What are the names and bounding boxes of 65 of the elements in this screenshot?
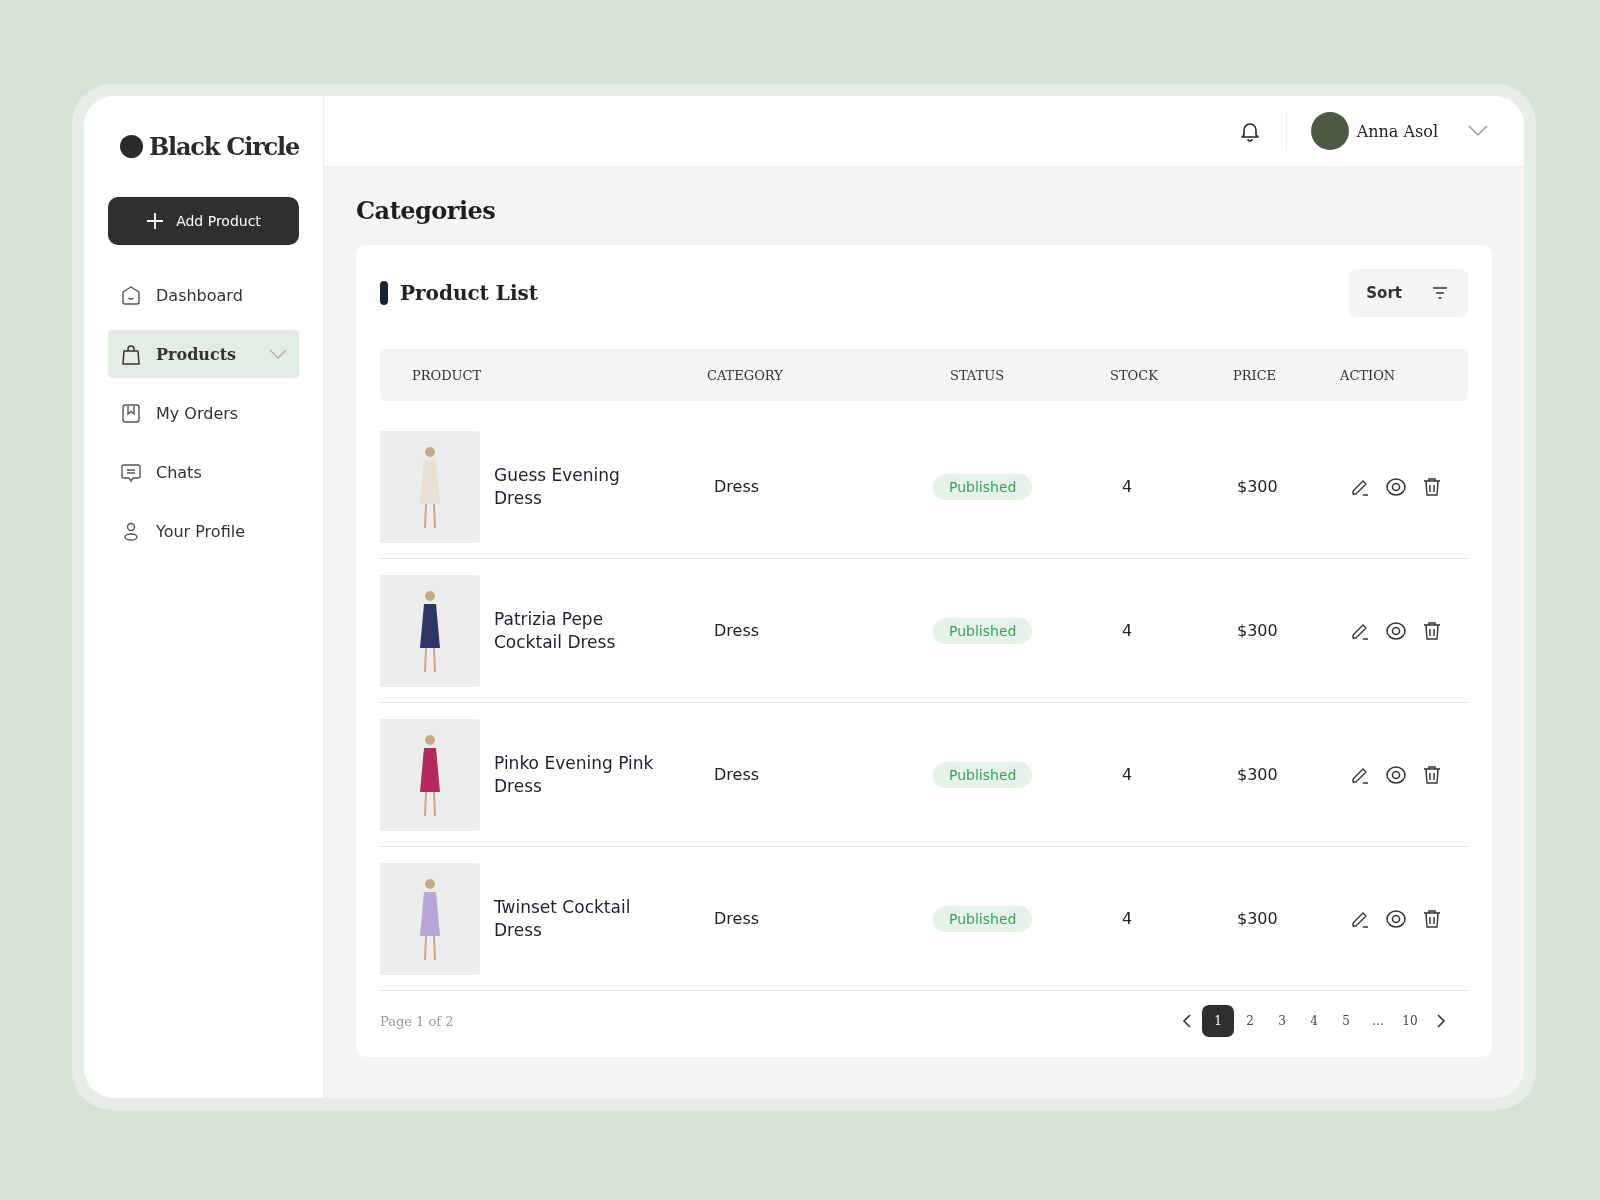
sidebar-item[interactable]: Chats [108, 448, 299, 496]
column-header: CATEGORY [706, 367, 784, 383]
status-badge: Published [933, 617, 1033, 644]
page-button[interactable]: 1 [1202, 1005, 1234, 1037]
filter-lines-icon [1432, 286, 1448, 300]
column-header: STATUS [949, 367, 1006, 383]
logo-dot-icon [120, 135, 143, 158]
status-badge: Published [933, 761, 1033, 788]
column-header: PRICE [1232, 367, 1278, 383]
column-header: ACTION [1340, 367, 1397, 383]
chat-bubble-icon [120, 461, 142, 483]
sidebar-item[interactable]: Products [108, 330, 299, 378]
table-cell-text: 4 [1121, 477, 1134, 496]
sidebar-item[interactable]: Your Profile [108, 507, 299, 555]
product-name: Guess Evening Dress [494, 463, 621, 510]
delete-trash-icon[interactable] [1421, 763, 1443, 786]
title-marker-icon [380, 281, 388, 305]
user-name: Anna Asol [1356, 121, 1438, 141]
page-button[interactable]: 3 [1266, 1005, 1298, 1037]
page-title: Categories [356, 196, 497, 225]
page-button[interactable]: 4 [1298, 1005, 1330, 1037]
page-button[interactable]: 2 [1234, 1005, 1266, 1037]
table-cell-text: $300 [1236, 621, 1279, 640]
table-cell-text: Dress [713, 909, 761, 928]
table-cell-text: Dress [713, 477, 761, 496]
column-header: STOCK [1109, 367, 1159, 383]
view-eye-icon[interactable] [1385, 907, 1407, 930]
table-cell-text: $300 [1236, 909, 1279, 928]
view-eye-icon[interactable] [1385, 619, 1407, 642]
page-summary: Page 1 of 2 [380, 1013, 454, 1029]
plus-icon [146, 212, 165, 230]
delete-trash-icon[interactable] [1421, 907, 1443, 930]
view-eye-icon[interactable] [1385, 763, 1407, 786]
delete-trash-icon[interactable] [1421, 475, 1443, 498]
shopping-bag-icon [120, 343, 142, 365]
table-cell-text: Dress [713, 621, 761, 640]
column-header: PRODUCT [411, 367, 483, 383]
add-product-button[interactable]: Add Product [108, 197, 299, 245]
delete-trash-icon[interactable] [1421, 619, 1443, 642]
next-page-icon[interactable] [1436, 1014, 1446, 1028]
table-cell-text: $300 [1236, 765, 1279, 784]
status-badge: Published [933, 473, 1033, 500]
table-cell-text: $300 [1236, 477, 1279, 496]
previous-page-icon[interactable] [1182, 1014, 1192, 1028]
sidebar-item[interactable]: My Orders [108, 389, 299, 437]
dropdown-chevron-icon[interactable] [1468, 125, 1488, 137]
page-button[interactable]: ... [1362, 1005, 1394, 1037]
product-name: Pinko Evening Pink Dress [494, 751, 654, 798]
page-button[interactable]: 5 [1330, 1005, 1362, 1037]
card-title: Product List [400, 281, 538, 305]
product-name: Twinset Cocktail Dress [494, 895, 632, 942]
table-cell-text: 4 [1121, 621, 1134, 640]
sort-button[interactable]: Sort [1349, 269, 1468, 317]
home-icon [120, 284, 142, 306]
brand-name: Black Circle [149, 132, 299, 161]
user-avatar [1310, 112, 1349, 150]
status-badge: Published [933, 905, 1033, 932]
page-button[interactable]: 10 [1394, 1005, 1426, 1037]
product-name: Patrizia Pepe Cocktail Dress [494, 607, 617, 654]
sidebar-item[interactable]: Dashboard [108, 271, 299, 319]
table-cell-text: Dress [713, 765, 761, 784]
view-eye-icon[interactable] [1385, 475, 1407, 498]
table-cell-text: 4 [1121, 765, 1134, 784]
bookmark-icon [120, 402, 142, 424]
table-cell-text: 4 [1121, 909, 1134, 928]
